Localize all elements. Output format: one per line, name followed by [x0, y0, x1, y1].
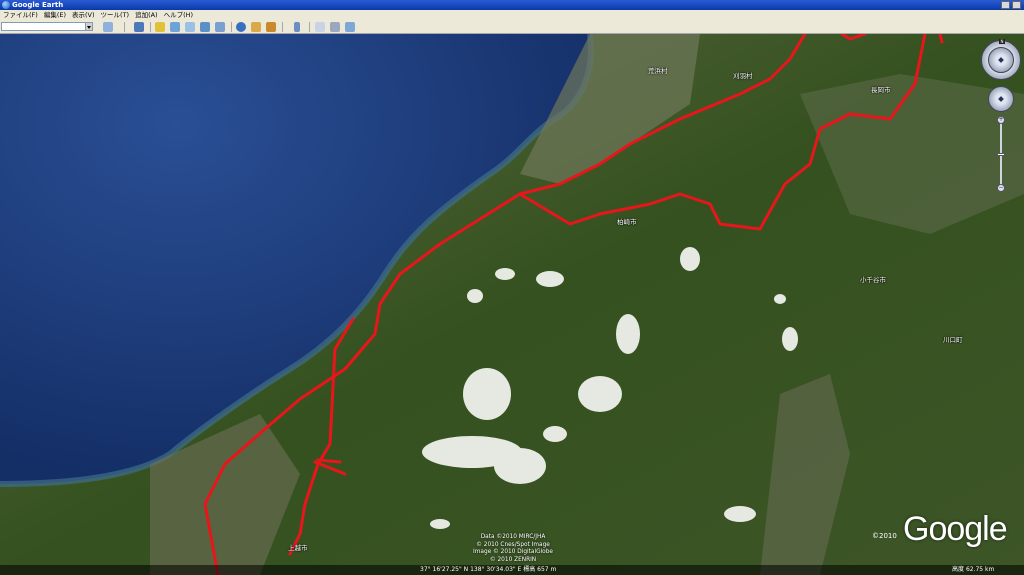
eye-icon [998, 57, 1004, 63]
place-label[interactable]: 川口町 [943, 334, 963, 344]
status-bar: 37° 16'27.25" N 138° 30'34.03" E 標高 657 … [0, 565, 1024, 575]
planet-icon[interactable] [266, 22, 276, 32]
eye-altitude-value: 62.75 km [965, 566, 995, 573]
close-button[interactable] [1012, 1, 1021, 9]
window-title: Google Earth [12, 1, 64, 9]
menu-view[interactable]: 表示(V) [69, 10, 98, 20]
search-input[interactable] [1, 22, 91, 31]
menu-bar: ファイル(F) 編集(E) 表示(V) ツール(T) 追加(A) ヘルプ(H) [0, 10, 1024, 20]
toolbar-separator [150, 22, 151, 32]
minimize-button[interactable] [1001, 1, 1010, 9]
look-joystick[interactable] [988, 47, 1014, 73]
path-icon[interactable] [185, 22, 195, 32]
google-earth-icon [2, 1, 10, 9]
map-view[interactable]: 荒浜村 刈羽村 長岡市 柏崎市 小千谷市 川口町 上越市 Data ©2010 … [0, 34, 1024, 575]
eye-altitude-label: 高度 62.75 km [952, 565, 994, 575]
credit-line: Image © 2010 DigitalGlobe [473, 549, 553, 555]
satellite-imagery [0, 34, 1024, 575]
place-label[interactable]: 荒浜村 [648, 65, 668, 75]
sidebar-icon[interactable] [134, 22, 144, 32]
credit-line: © 2010 ZENRIN [489, 556, 537, 563]
overlay-icon[interactable] [200, 22, 210, 32]
placemark-icon[interactable] [155, 22, 165, 32]
imagery-credits: Data ©2010 MIRC/JHA © 2010 Cnes/Spot Ima… [458, 534, 568, 564]
toolbar [0, 20, 1024, 34]
place-label[interactable]: 刈羽村 [733, 70, 753, 80]
email-icon[interactable] [315, 22, 325, 32]
menu-tools[interactable]: ツール(T) [98, 10, 133, 20]
view-in-maps-icon[interactable] [345, 22, 355, 32]
pointer-coordinates: 37° 16'27.25" N 138° 30'34.03" E 標高 657 … [420, 566, 557, 573]
polygon-icon[interactable] [170, 22, 180, 32]
place-label[interactable]: 長岡市 [871, 84, 891, 94]
copyright-year: ©2010 [872, 532, 897, 540]
toolbar-separator [231, 22, 232, 32]
hand-icon [998, 96, 1004, 102]
title-bar: Google Earth [0, 0, 1024, 10]
north-indicator[interactable]: N [999, 39, 1005, 44]
menu-help[interactable]: ヘルプ(H) [161, 10, 196, 20]
menu-edit[interactable]: 編集(E) [41, 10, 69, 20]
google-logo: Google [903, 510, 1008, 548]
place-label[interactable]: 上越市 [288, 542, 308, 552]
menu-file[interactable]: ファイル(F) [0, 10, 41, 20]
eye-altitude-caption: 高度 [952, 566, 965, 573]
zoom-in-button[interactable]: + [997, 116, 1005, 124]
menu-add[interactable]: 追加(A) [132, 10, 161, 20]
sunlight-icon[interactable] [251, 22, 261, 32]
search-icon[interactable] [103, 22, 113, 32]
print-icon[interactable] [330, 22, 340, 32]
place-label[interactable]: 小千谷市 [860, 274, 886, 284]
tour-icon[interactable] [215, 22, 225, 32]
zoom-out-button[interactable]: − [997, 184, 1005, 192]
credit-line: © 2010 Cnes/Spot Image [476, 541, 550, 548]
zoom-thumb[interactable] [997, 153, 1005, 156]
ruler-icon[interactable] [294, 22, 300, 32]
move-joystick[interactable] [988, 86, 1014, 112]
toolbar-separator [282, 22, 283, 32]
toolbar-separator [124, 22, 125, 32]
place-label[interactable]: 柏崎市 [617, 216, 637, 226]
credit-line: Data ©2010 MIRC/JHA [480, 534, 546, 540]
toolbar-separator [309, 22, 310, 32]
search-dropdown[interactable] [85, 22, 93, 31]
zoom-slider[interactable]: + − [997, 116, 1005, 192]
clock-icon[interactable] [236, 22, 246, 32]
